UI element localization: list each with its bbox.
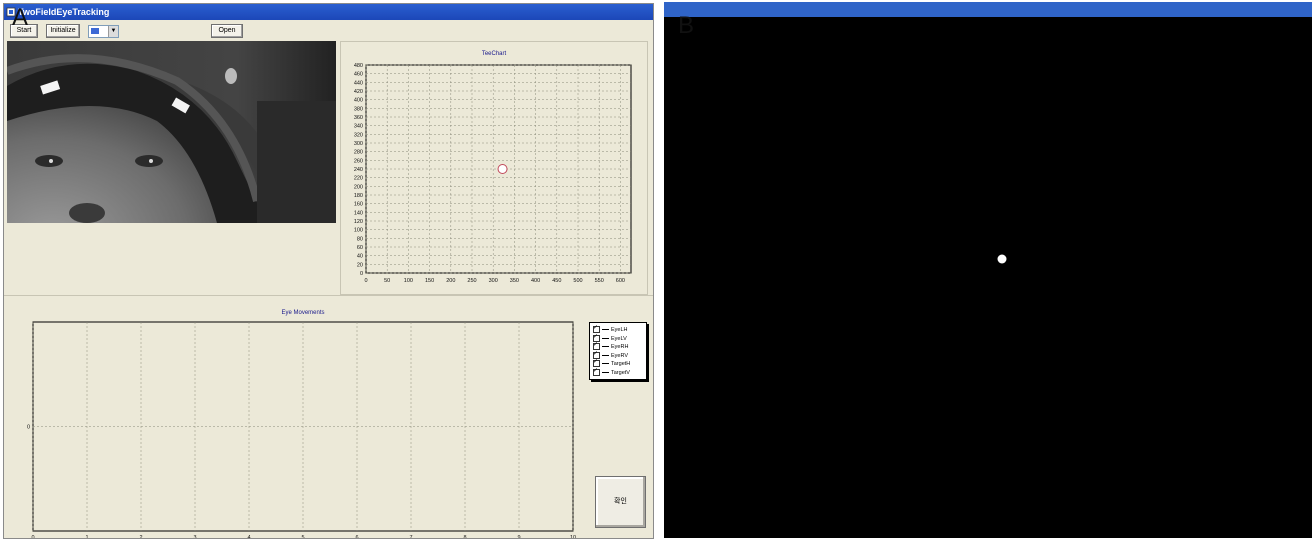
stimulus-display bbox=[997, 254, 1007, 264]
legend-item[interactable]: TargetH bbox=[593, 358, 631, 368]
panel-label-b: B bbox=[678, 12, 695, 39]
scatter-y-tick: 280 bbox=[354, 150, 363, 156]
scatter-x-tick: 250 bbox=[467, 278, 476, 284]
open-button[interactable]: Open bbox=[211, 24, 243, 38]
scatter-x-tick: 100 bbox=[404, 278, 413, 284]
scatter-x-tick: 500 bbox=[573, 278, 582, 284]
window-title: TwoFieldEyeTracking bbox=[18, 7, 110, 17]
scatter-y-tick: 360 bbox=[354, 115, 363, 121]
legend-line-swatch bbox=[602, 346, 609, 348]
scatter-y-tick: 460 bbox=[354, 72, 363, 78]
eye-movements-panel: Eye Movements 0 1 2 3 4 5 6 7 8 9 10 0 bbox=[4, 295, 653, 539]
scatter-y-tick: 320 bbox=[354, 132, 363, 138]
legend-label: EyeLV bbox=[611, 335, 627, 342]
chevron-down-icon[interactable]: ▼ bbox=[108, 26, 118, 37]
movements-x-tick: 7 bbox=[409, 535, 412, 539]
scatter-y-tick: 400 bbox=[354, 98, 363, 104]
legend-line-swatch bbox=[602, 329, 609, 331]
scatter-y-tick: 120 bbox=[354, 219, 363, 225]
legend-line-swatch bbox=[602, 363, 609, 365]
scatter-x-tick: 450 bbox=[552, 278, 561, 284]
selected-value-swatch bbox=[91, 28, 99, 34]
scatter-y-tick: 180 bbox=[354, 193, 363, 199]
movements-x-tick: 0 bbox=[31, 535, 34, 539]
scatter-y-tick: 40 bbox=[357, 254, 363, 260]
scatter-x-tick: 400 bbox=[531, 278, 540, 284]
camera-feed bbox=[7, 41, 336, 223]
legend-item[interactable]: EyeRV bbox=[593, 350, 629, 360]
series-legend: EyeLH EyeLV EyeRHEyeRV TargetH TargetV bbox=[589, 322, 647, 380]
scatter-x-tick: 150 bbox=[425, 278, 434, 284]
scatter-x-tick: 50 bbox=[384, 278, 390, 284]
movements-x-tick: 5 bbox=[301, 535, 304, 539]
scatter-y-tick: 80 bbox=[357, 236, 363, 242]
stimulus-window bbox=[664, 2, 1312, 538]
fixation-target-dot bbox=[997, 254, 1007, 264]
eye-movements-plot-area: 0 1 2 3 4 5 6 7 8 9 10 0 bbox=[27, 321, 576, 539]
scatter-y-tick: 160 bbox=[354, 202, 363, 208]
legend-item[interactable]: EyeLV bbox=[593, 333, 627, 343]
movements-x-tick: 10 bbox=[570, 535, 576, 539]
legend-label: TargetV bbox=[611, 370, 630, 376]
movements-x-tick: 6 bbox=[355, 535, 358, 539]
panel-label-a: A bbox=[12, 4, 29, 31]
face-image bbox=[7, 41, 336, 223]
legend-label: EyeLH bbox=[611, 327, 628, 333]
movements-x-tick: 2 bbox=[139, 535, 142, 539]
scatter-y-tick: 140 bbox=[354, 210, 363, 216]
confirm-button[interactable]: 확인 bbox=[595, 476, 646, 528]
target-position-chart: TeeChart 0 50 100 150 200 250 300 350 400 450 500 5… bbox=[340, 41, 648, 295]
scatter-y-tick: 240 bbox=[354, 167, 363, 173]
scatter-x-tick: 600 bbox=[616, 278, 625, 284]
scatter-y-tick: 380 bbox=[354, 106, 363, 112]
scatter-y-tick: 200 bbox=[354, 184, 363, 190]
legend-item[interactable]: EyeRH bbox=[593, 341, 629, 351]
initialize-button[interactable]: Initialize bbox=[46, 24, 80, 38]
movements-x-tick: 4 bbox=[247, 535, 250, 539]
movements-x-tick: 9 bbox=[517, 535, 520, 539]
scatter-x-tick: 350 bbox=[510, 278, 519, 284]
legend-label: EyeRH bbox=[611, 344, 629, 351]
scatter-y-tick: 340 bbox=[354, 124, 363, 130]
legend-line-swatch bbox=[602, 337, 609, 339]
scatter-y-tick: 220 bbox=[354, 176, 363, 182]
scatter-y-tick: 260 bbox=[354, 158, 363, 164]
movements-x-tick: 8 bbox=[463, 535, 466, 539]
scatter-y-tick: 440 bbox=[354, 80, 363, 86]
target-point-marker bbox=[497, 164, 508, 174]
scatter-y-tick: 100 bbox=[354, 228, 363, 234]
scatter-x-tick: 0 bbox=[364, 278, 367, 284]
movements-x-tick: 3 bbox=[193, 535, 196, 539]
legend-label: EyeRV bbox=[611, 352, 629, 359]
scatter-y-tick: 300 bbox=[354, 141, 363, 147]
legend-label: TargetH bbox=[611, 361, 631, 368]
title-bar: TwoFieldEyeTracking bbox=[4, 4, 653, 20]
legend-line-swatch bbox=[602, 372, 609, 374]
scatter-y-tick: 480 bbox=[354, 63, 363, 69]
scatter-y-tick: 20 bbox=[357, 262, 363, 268]
legend-checkbox[interactable] bbox=[593, 367, 600, 377]
legend-line-swatch bbox=[602, 354, 609, 356]
scatter-y-tick: 60 bbox=[357, 245, 363, 251]
scatter-y-tick: 420 bbox=[354, 89, 363, 95]
scatter-x-tick: 200 bbox=[446, 278, 455, 284]
device-select[interactable]: ▼ bbox=[88, 25, 119, 38]
scatter-x-tick: 300 bbox=[489, 278, 498, 284]
movements-y-tick: 0 bbox=[27, 425, 30, 431]
movements-x-tick: 1 bbox=[85, 535, 88, 539]
scatter-y-tick: 0 bbox=[360, 271, 363, 277]
scatter-x-tick: 550 bbox=[595, 278, 604, 284]
legend-item[interactable]: TargetV bbox=[593, 367, 630, 377]
legend-item[interactable]: EyeLH bbox=[593, 324, 628, 334]
scatter-plot-area: 0 50 100 150 200 250 300 350 400 450 500 550 600 0 20 4… bbox=[354, 63, 632, 284]
eye-tracking-window: TwoFieldEyeTracking Start Initialize ▼ O… bbox=[3, 3, 654, 539]
